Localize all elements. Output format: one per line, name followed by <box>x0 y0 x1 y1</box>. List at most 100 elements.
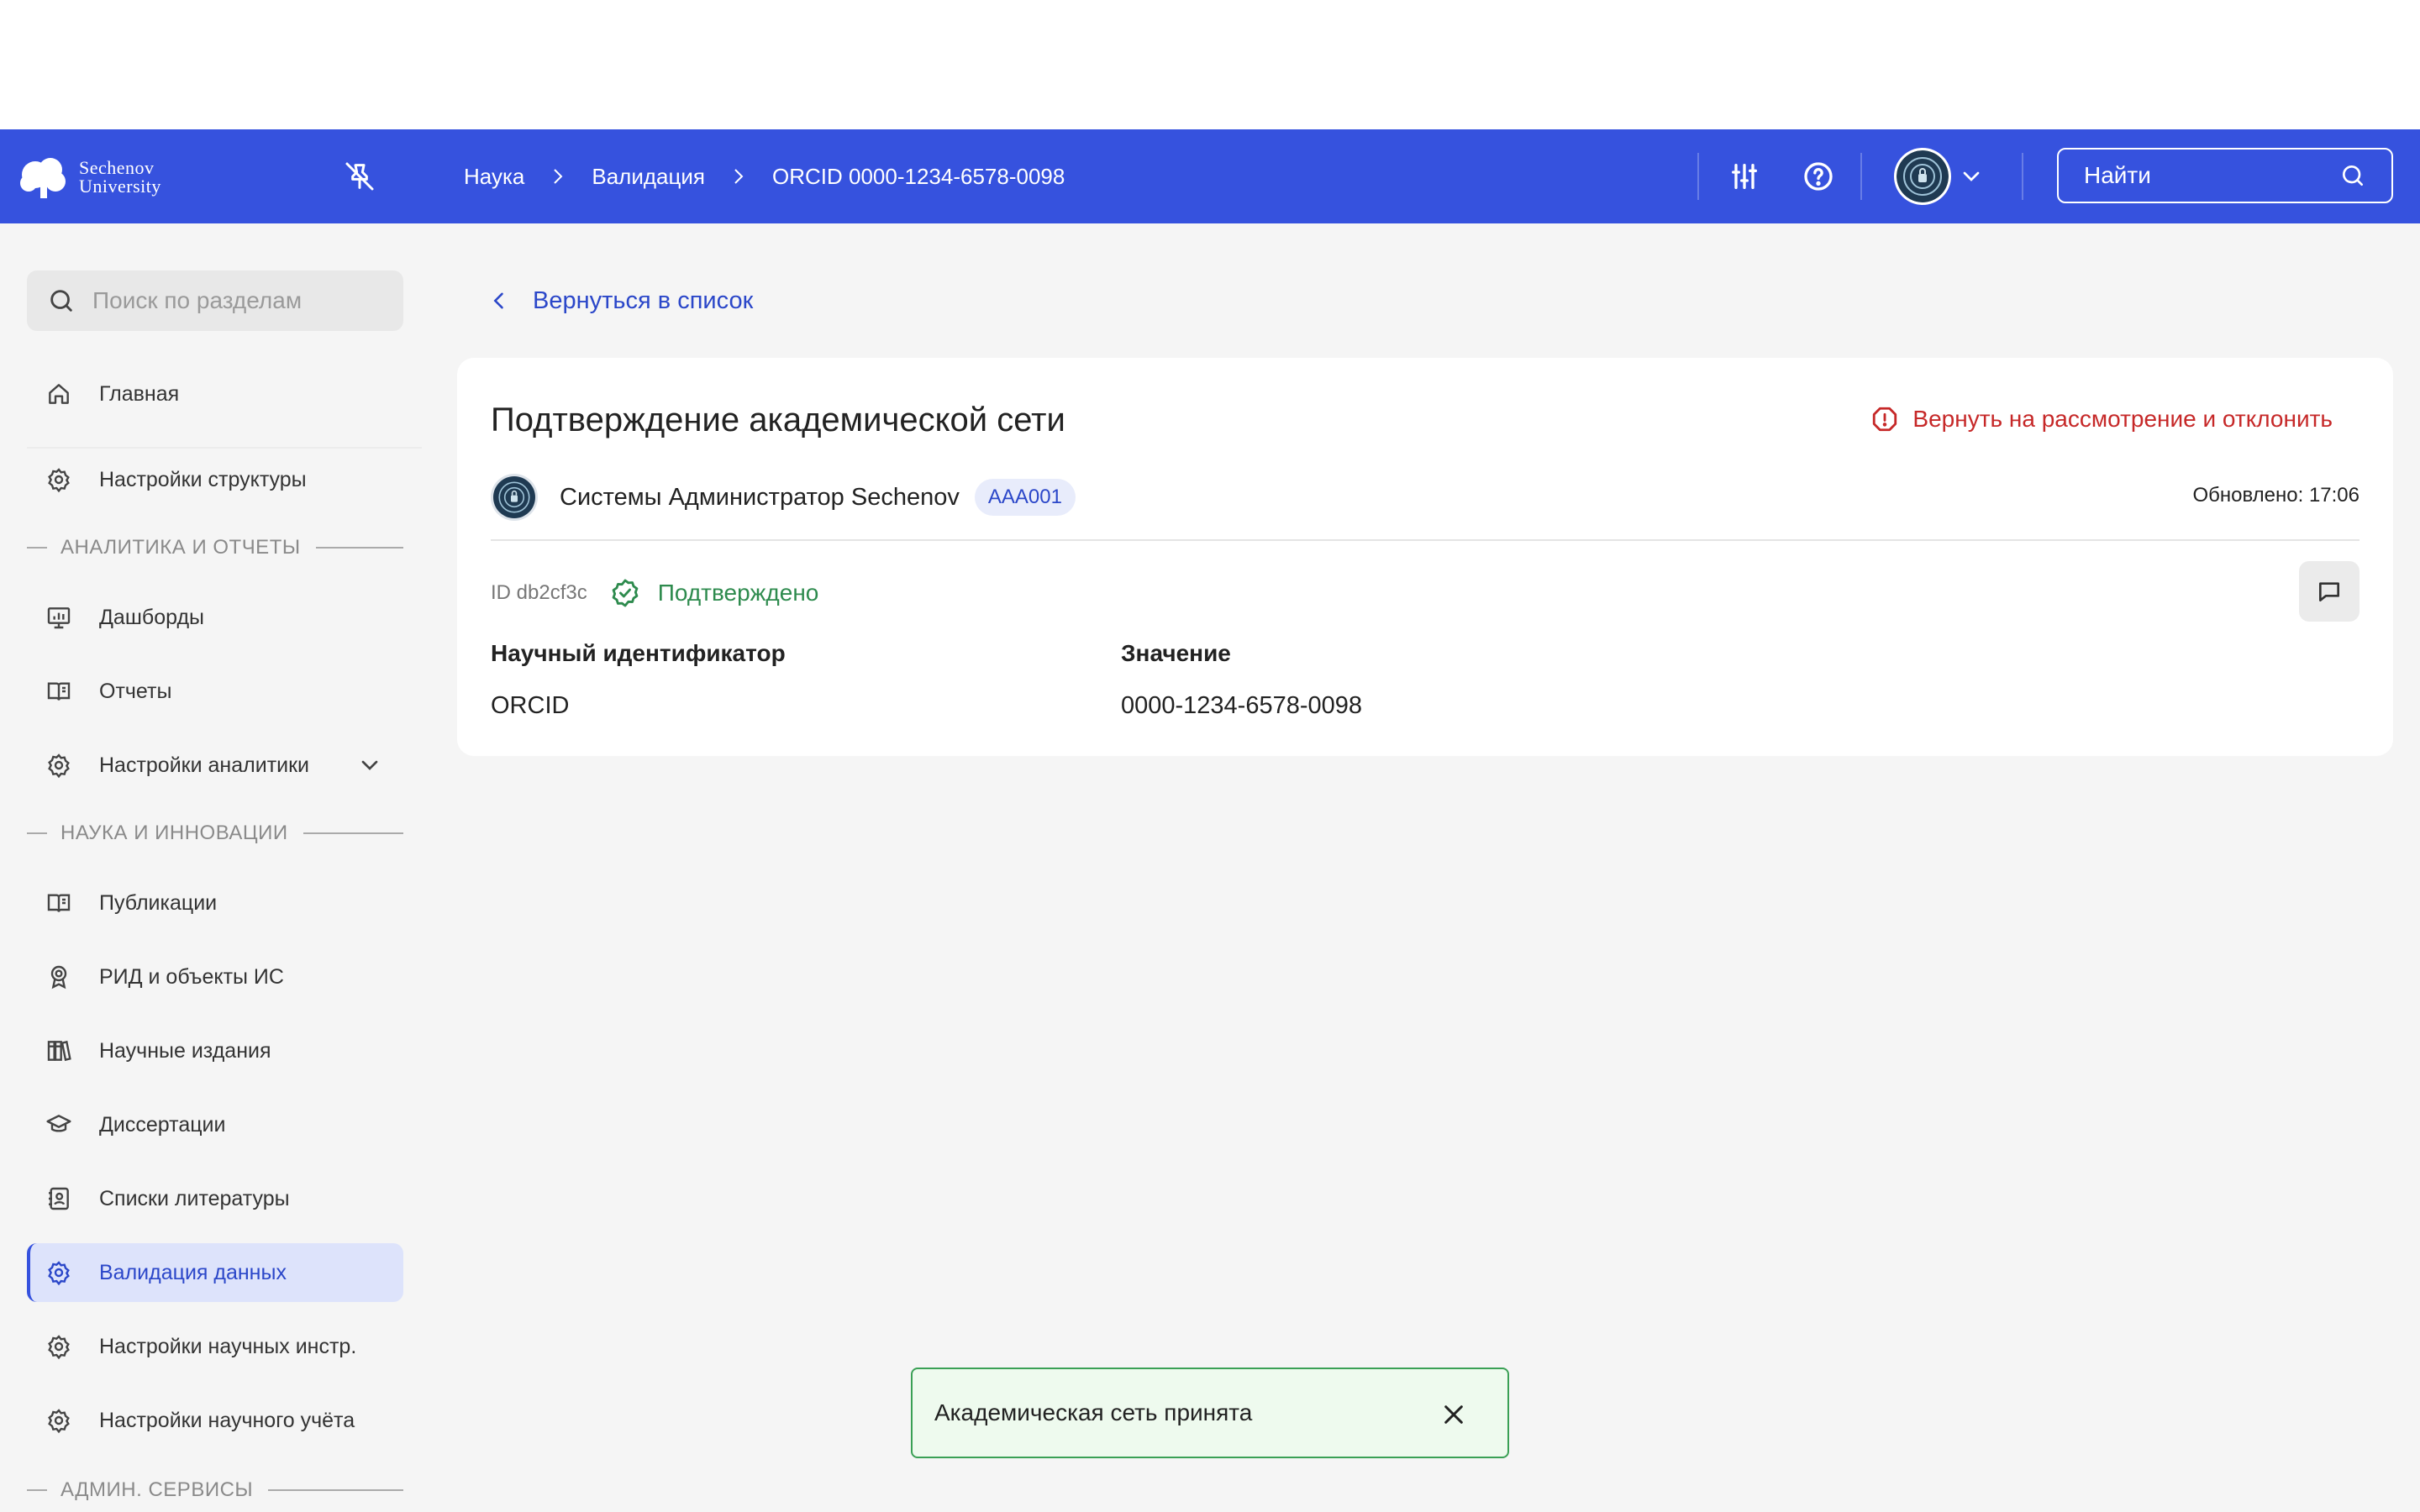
verified-check-icon <box>612 579 639 607</box>
sidebar-search-placeholder: Поиск по разделам <box>92 287 302 313</box>
sidebar-item-label: Дашборды <box>99 605 204 629</box>
card-title: Подтверждение академической сети <box>491 402 1065 438</box>
dashboard-icon <box>47 607 71 629</box>
header-divider <box>2022 153 2023 200</box>
comment-icon <box>2319 582 2339 601</box>
sidebar-item-label: Диссертации <box>99 1112 226 1137</box>
chevron-down-icon[interactable] <box>356 752 383 779</box>
gear-icon <box>48 1335 70 1360</box>
status-badge: Подтверждено <box>609 577 819 609</box>
column-header-identifier: Научный идентификатор <box>491 640 786 666</box>
top-blank-area <box>0 0 2420 129</box>
logo-line-2: University <box>79 176 161 197</box>
sidebar-section-analytics: АНАЛИТИКА И ОТЧЕТЫ <box>27 531 403 564</box>
return-and-reject-button[interactable]: Вернуть на рассмотрение и отклонить <box>1870 405 2333 433</box>
header-divider <box>1697 153 1699 200</box>
sidebar-section-label: АНАЛИТИКА И ОТЧЕТЫ <box>60 536 301 559</box>
pin-off-icon[interactable] <box>343 160 376 193</box>
breadcrumb-item-validation[interactable]: Валидация <box>592 164 705 190</box>
author-avatar <box>491 474 538 521</box>
university-logo[interactable]: Sechenov University <box>17 155 161 200</box>
avatar-image <box>493 476 535 518</box>
sidebar-item-label: Настройки структуры <box>99 467 307 491</box>
sidebar-item-label: Списки литературы <box>99 1186 290 1210</box>
header-divider <box>1860 153 1862 200</box>
sidebar-item-data-validation[interactable]: Валидация данных <box>27 1243 403 1302</box>
gear-icon <box>48 468 70 493</box>
return-and-reject-label: Вернуть на рассмотрение и отклонить <box>1912 406 2333 432</box>
sidebar-item-dashboards[interactable]: Дашборды <box>27 588 403 647</box>
contacts-book-icon <box>49 1187 69 1210</box>
sidebar-item-science-accounting-settings[interactable]: Настройки научного учёта <box>27 1391 403 1450</box>
award-icon <box>50 965 67 990</box>
report-icon <box>47 682 71 701</box>
book-icon <box>47 894 71 912</box>
breadcrumb-item-current: ORCID 0000-1234-6578-0098 <box>771 163 1065 189</box>
graduation-cap-icon <box>46 1115 71 1132</box>
sidebar-item-label: Главная <box>99 381 180 406</box>
author-row: Системы Администратор Sechenov AAA001 <box>491 472 1076 522</box>
sidebar-search-input[interactable]: Поиск по разделам <box>27 270 403 331</box>
help-icon[interactable] <box>1802 160 1835 193</box>
sidebar-item-science-tools-settings[interactable]: Настройки научных инстр. <box>27 1317 403 1376</box>
sidebar-item-analytics-settings[interactable]: Настройки аналитики <box>27 736 403 795</box>
status-label: Подтверждено <box>657 580 819 606</box>
close-icon[interactable] <box>1440 1401 1467 1428</box>
search-icon <box>50 290 72 312</box>
sidebar-item-label: Настройки аналитики <box>99 753 310 777</box>
home-icon <box>49 384 69 404</box>
back-to-list-link[interactable]: Вернуться в список <box>487 284 753 318</box>
author-code-badge: AAA001 <box>974 479 1076 516</box>
sidebar-item-home[interactable]: Главная <box>27 365 403 423</box>
sidebar-item-structure-settings[interactable]: Настройки структуры <box>27 450 403 509</box>
comment-button[interactable] <box>2299 561 2360 622</box>
sidebar-section-label: АДМИН. СЕРВИСЫ <box>60 1478 254 1501</box>
top-header: Sechenov University Наука Валидация ORCI… <box>0 129 2420 223</box>
chevron-down-icon[interactable] <box>1958 163 1985 190</box>
sidebar-item-label: РИД и объекты ИС <box>99 964 284 989</box>
sliders-icon[interactable] <box>1728 160 1761 193</box>
author-name: Системы Администратор Sechenov <box>560 483 960 511</box>
identifier-value: 0000-1234-6578-0098 <box>1121 692 1363 719</box>
sidebar-item-journals[interactable]: Научные издания <box>27 1021 403 1080</box>
gear-icon <box>48 1261 70 1286</box>
gear-icon <box>48 1409 70 1434</box>
back-to-list-label: Вернуться в список <box>533 286 754 314</box>
sidebar-item-reports[interactable]: Отчеты <box>27 662 403 721</box>
sidebar-item-label: Научные издания <box>99 1038 271 1063</box>
gear-icon <box>48 753 70 779</box>
sidebar-item-label: Отчеты <box>99 679 172 703</box>
sidebar-section-admin: АДМИН. СЕРВИСЫ <box>27 1473 403 1507</box>
library-icon <box>47 1040 71 1062</box>
sidebar-item-ip-objects[interactable]: РИД и объекты ИС <box>27 948 403 1006</box>
card-divider <box>491 539 2360 541</box>
sidebar-divider <box>27 447 422 449</box>
global-search-label: Найти <box>2084 162 2151 188</box>
breadcrumb-item-science[interactable]: Наука <box>464 164 524 190</box>
column-header-value: Значение <box>1121 640 1231 666</box>
validation-card: Подтверждение академической сети Вернуть… <box>457 358 2393 756</box>
updated-timestamp: Обновлено: 17:06 <box>2192 484 2360 507</box>
record-meta-row: ID db2cf3c Подтверждено <box>491 573 818 613</box>
sidebar-item-dissertations[interactable]: Диссертации <box>27 1095 403 1154</box>
identifier-type: ORCID <box>491 692 570 719</box>
logo-line-1: Sechenov <box>79 157 155 178</box>
global-search-input[interactable]: Найти <box>2057 148 2393 203</box>
success-toast: Академическая сеть принята <box>911 1368 1509 1458</box>
sidebar-item-publications[interactable]: Публикации <box>27 874 403 932</box>
logo-text: Sechenov University <box>79 159 161 196</box>
user-avatar[interactable] <box>1894 148 1951 205</box>
sidebar-section-label: НАУКА И ИННОВАЦИИ <box>60 822 288 844</box>
chevron-right-icon <box>734 169 744 184</box>
sidebar-item-bibliographies[interactable]: Списки литературы <box>27 1169 403 1228</box>
sidebar-item-label: Валидация данных <box>99 1260 287 1284</box>
avatar-image <box>1897 150 1949 202</box>
sidebar-item-label: Настройки научного учёта <box>99 1408 355 1432</box>
search-icon[interactable] <box>2339 162 2366 189</box>
toast-message: Академическая сеть принята <box>934 1399 1253 1425</box>
logo-tree-icon <box>20 158 66 198</box>
sidebar-item-label: Публикации <box>99 890 218 915</box>
record-id: ID db2cf3c <box>491 581 587 604</box>
sidebar-section-science: НАУКА И ИННОВАЦИИ <box>27 816 403 850</box>
sidebar-item-label: Настройки научных инстр. <box>99 1334 357 1358</box>
